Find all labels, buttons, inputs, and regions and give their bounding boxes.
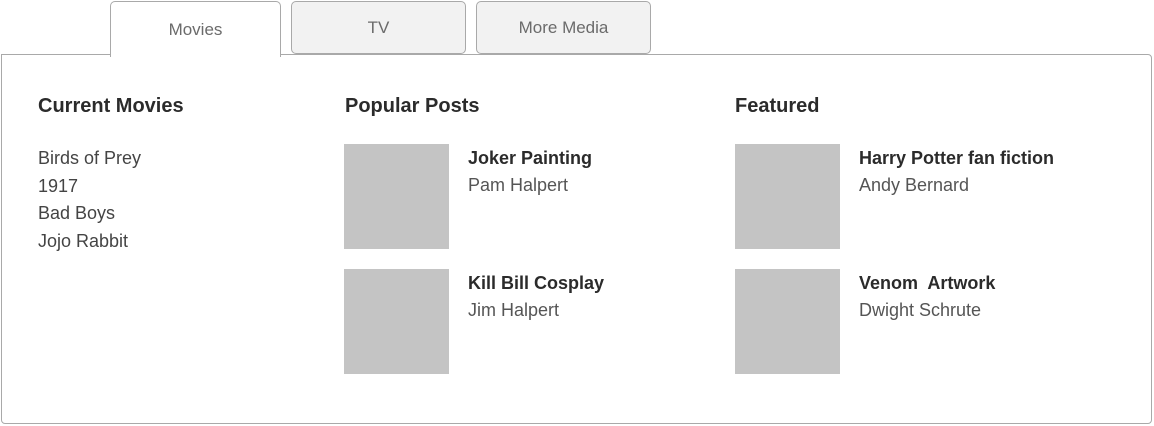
- movie-link[interactable]: Bad Boys: [38, 200, 141, 228]
- tab-more-media[interactable]: More Media: [476, 1, 651, 54]
- featured-heading: Featured: [735, 95, 820, 117]
- tab-movies[interactable]: Movies: [110, 1, 281, 57]
- post-thumbnail-image[interactable]: [344, 269, 449, 374]
- movie-link[interactable]: Jojo Rabbit: [38, 228, 141, 256]
- post-title[interactable]: Harry Potter fan fiction: [859, 146, 1054, 170]
- post-author: Pam Halpert: [468, 175, 569, 195]
- post-title[interactable]: Kill Bill Cosplay: [468, 271, 604, 295]
- movie-link[interactable]: Birds of Prey: [38, 145, 141, 173]
- post-thumbnail-image[interactable]: [735, 144, 840, 249]
- post-thumbnail-image[interactable]: [344, 144, 449, 249]
- post-thumbnail-image[interactable]: [735, 269, 840, 374]
- current-movies-heading: Current Movies: [38, 95, 184, 117]
- post-title[interactable]: Joker Painting: [468, 146, 592, 170]
- post-author: Andy Bernard: [859, 175, 970, 195]
- post-title[interactable]: Venom Artwork: [859, 271, 995, 295]
- current-movies-list: Birds of Prey 1917 Bad Boys Jojo Rabbit: [38, 145, 141, 255]
- media-menu: Movies TV More Media Current Movies Bird…: [0, 0, 1154, 426]
- movie-link[interactable]: 1917: [38, 173, 141, 201]
- popular-posts-heading: Popular Posts: [345, 95, 480, 117]
- post-author: Dwight Schrute: [859, 300, 982, 320]
- tab-tv[interactable]: TV: [291, 1, 466, 54]
- post-author: Jim Halpert: [468, 300, 560, 320]
